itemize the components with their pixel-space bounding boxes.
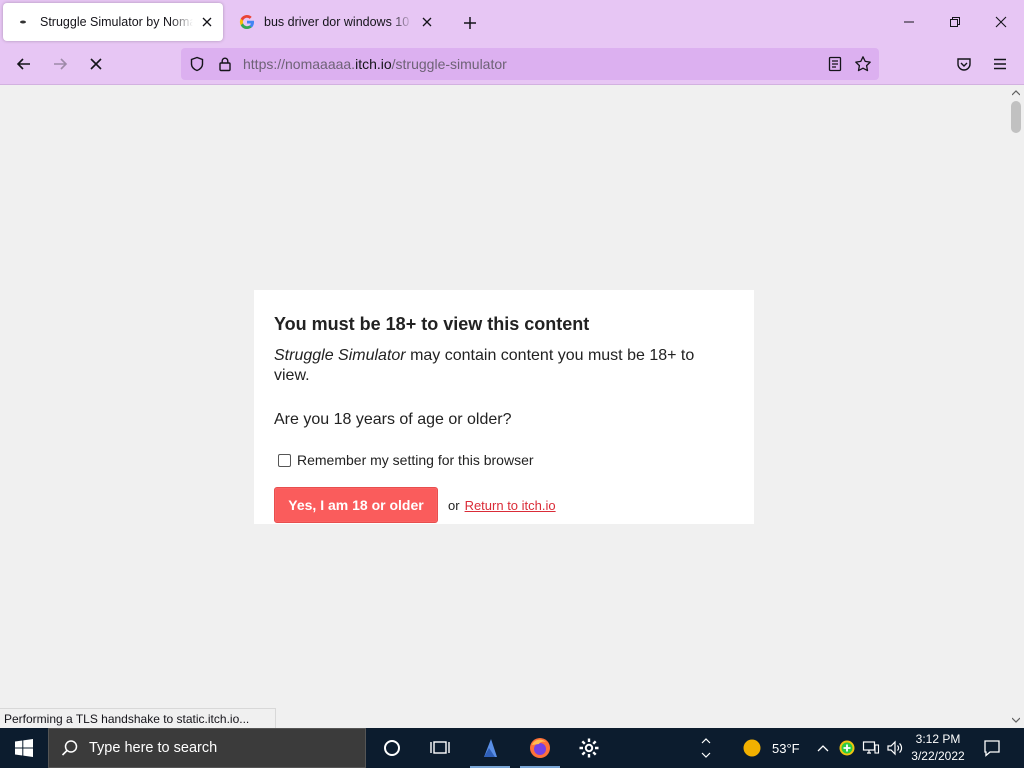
status-bar: Performing a TLS handshake to static.itc… [0,708,276,728]
or-text: or [448,497,460,513]
remember-setting-option[interactable]: Remember my setting for this browser [274,452,734,468]
vertical-scrollbar[interactable] [1008,85,1024,728]
network-icon [862,741,880,754]
chevron-up-icon [817,745,829,752]
reader-view-icon[interactable] [825,54,845,74]
clock-time: 3:12 PM [915,732,961,746]
task-view-icon [430,741,450,754]
game-name: Struggle Simulator [274,347,406,364]
hamburger-menu-icon [994,58,1006,70]
age-question: Are you 18 years of age or older? [274,411,512,428]
taskbar-search-box[interactable]: Type here to search [48,728,366,768]
age-gate-dialog: You must be 18+ to view this content Str… [254,290,754,524]
minimize-icon [904,21,914,23]
menu-button[interactable] [984,48,1016,80]
age-gate-description: Struggle Simulator may contain content y… [274,347,695,384]
task-view-button[interactable] [416,728,464,768]
weather-widget[interactable] [728,728,776,768]
confirm-age-button[interactable]: Yes, I am 18 or older [274,487,438,523]
loading-indicator-icon [15,14,31,30]
remember-setting-label: Remember my setting for this browser [297,452,534,468]
windows-logo-icon [15,739,33,757]
scroll-up-icon[interactable] [1008,85,1024,101]
network-button[interactable] [860,728,882,768]
restore-icon [950,17,960,27]
azure-app-icon [484,739,497,757]
lock-icon[interactable] [215,54,235,74]
clock-date: 3/22/2022 [911,749,965,763]
taskbar-app-firefox[interactable] [516,728,564,768]
tray-app-icon[interactable] [836,728,858,768]
close-tab-icon[interactable] [419,14,435,30]
notification-speech-bubble-icon [984,740,1000,757]
pocket-icon [957,58,971,71]
search-placeholder: Type here to search [89,740,218,756]
bookmark-star-icon[interactable] [853,54,873,74]
page-content: You must be 18+ to view this content Str… [0,85,1008,728]
tracking-protection-shield-icon[interactable] [187,54,207,74]
start-button[interactable] [0,728,48,768]
tab-strip: Struggle Simulator by Nomaaaaa bus drive… [0,0,1024,44]
new-tab-button[interactable] [458,11,482,35]
stop-button[interactable] [80,48,112,80]
remember-setting-checkbox[interactable] [278,453,291,467]
stop-icon [90,58,102,70]
taskbar-overflow-button[interactable] [692,728,720,768]
search-icon [61,740,78,756]
scroll-down-icon[interactable] [1008,712,1024,728]
weather-temperature[interactable]: 53°F [772,741,800,756]
close-window-button[interactable] [978,0,1024,44]
navigation-toolbar: https://nomaaaaa.itch.io/struggle-simula… [0,44,1024,85]
firefox-icon [530,738,550,758]
tab-title: Struggle Simulator by Nomaaaaa [40,15,193,29]
cortana-button[interactable] [368,728,416,768]
close-icon [995,16,1007,28]
cortana-circle-icon [384,740,400,756]
return-to-itchio-link[interactable]: Return to itch.io [465,498,556,513]
forward-button[interactable] [44,48,76,80]
forward-arrow-icon [54,58,68,70]
tab-struggle-simulator[interactable]: Struggle Simulator by Nomaaaaa [3,3,223,41]
taskbar-app-azure[interactable] [466,728,514,768]
scrollbar-thumb[interactable] [1011,101,1021,133]
back-button[interactable] [8,48,40,80]
back-arrow-icon [16,58,30,70]
scroll-arrows-icon [701,738,711,758]
plus-icon [464,17,476,29]
url-text[interactable]: https://nomaaaaa.itch.io/struggle-simula… [243,56,507,72]
restore-button[interactable] [932,0,978,44]
tab-google-search[interactable]: bus driver dor windows 10 - Google Searc… [227,3,443,41]
taskbar-app-settings[interactable] [565,728,613,768]
system-clock[interactable]: 3:12 PM 3/22/2022 [900,731,976,765]
gear-icon [579,738,599,758]
minimize-button[interactable] [886,0,932,44]
sun-weather-icon [743,739,761,757]
address-bar[interactable]: https://nomaaaaa.itch.io/struggle-simula… [181,48,879,80]
pocket-button[interactable] [948,48,980,80]
tab-title: bus driver dor windows 10 - Google Searc… [264,15,413,29]
google-icon [239,14,255,30]
green-plus-app-icon [839,740,855,756]
show-hidden-icons-button[interactable] [812,728,834,768]
age-gate-actions: Yes, I am 18 or older or Return to itch.… [274,487,734,523]
windows-taskbar: Type here to search 53°F 3:12 PM 3/22/20… [0,728,1024,768]
notifications-button[interactable] [970,728,1014,768]
age-gate-title: You must be 18+ to view this content [274,314,590,334]
close-tab-icon[interactable] [199,14,215,30]
